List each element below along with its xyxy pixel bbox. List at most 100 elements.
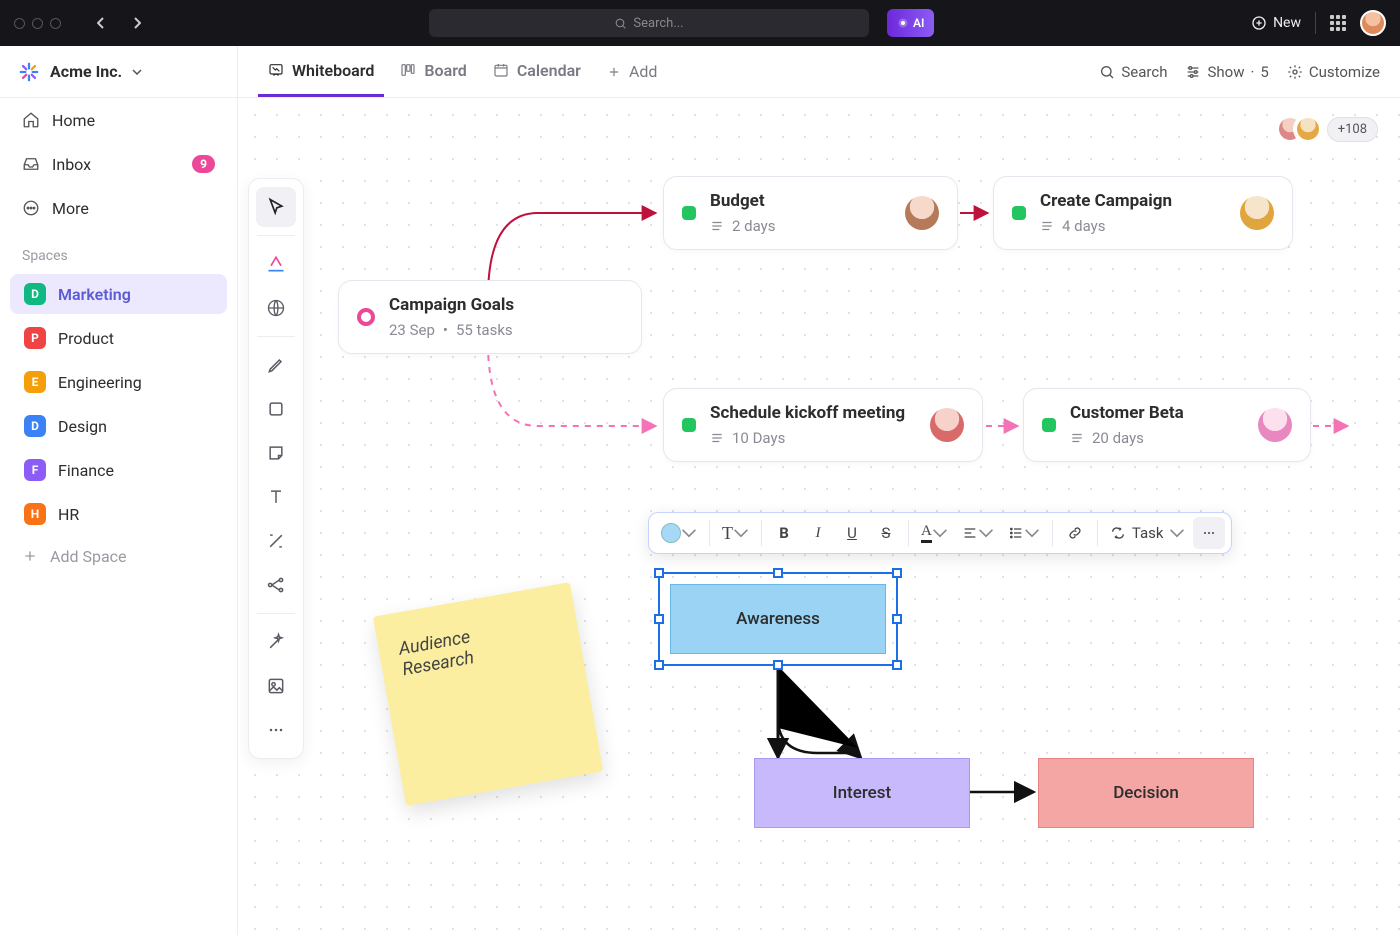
align-button[interactable] — [956, 517, 1000, 549]
sidebar-nav-more[interactable]: More — [0, 186, 237, 230]
status-green-icon — [682, 418, 696, 432]
lines-icon — [1040, 219, 1054, 233]
tab-calendar[interactable]: Calendar — [483, 46, 591, 97]
image-icon — [266, 676, 286, 696]
user-avatar[interactable] — [1360, 10, 1386, 36]
resize-handle[interactable] — [892, 660, 902, 670]
status-green-icon — [1012, 206, 1026, 220]
show-control[interactable]: Show·5 — [1185, 63, 1268, 81]
resize-handle[interactable] — [654, 568, 664, 578]
collaborator-avatar[interactable] — [1295, 116, 1321, 142]
tab-board[interactable]: Board — [390, 46, 476, 97]
fill-color-button[interactable] — [655, 517, 703, 549]
assignee-avatar[interactable] — [1258, 408, 1292, 442]
more-tools[interactable] — [256, 710, 296, 750]
shape-decision[interactable]: Decision — [1038, 758, 1254, 828]
global-search[interactable]: Search... — [429, 9, 869, 37]
workspace-switcher[interactable]: Acme Inc. — [0, 46, 237, 98]
mindmap-tool[interactable] — [256, 565, 296, 605]
format-toolbar: T B I U S A Task — [648, 512, 1232, 554]
color-swatch-icon — [661, 523, 681, 543]
select-tool[interactable] — [256, 187, 296, 227]
underline-button[interactable]: U — [836, 517, 868, 549]
space-product[interactable]: P Product — [10, 318, 227, 358]
calendar-icon — [493, 62, 509, 78]
status-green-icon — [682, 206, 696, 220]
font-size-button[interactable]: T — [716, 517, 755, 549]
ai-button[interactable]: AI — [887, 9, 934, 37]
space-finance[interactable]: F Finance — [10, 450, 227, 490]
connector-tool[interactable] — [256, 521, 296, 561]
text-tool[interactable] — [256, 477, 296, 517]
new-button[interactable]: New — [1251, 15, 1301, 31]
logo-icon — [18, 61, 40, 83]
strike-button[interactable]: S — [870, 517, 902, 549]
node-budget[interactable]: Budget 2 days — [663, 176, 958, 250]
more-icon — [22, 199, 40, 217]
add-view-button[interactable]: Add — [597, 62, 667, 81]
space-engineering[interactable]: E Engineering — [10, 362, 227, 402]
plus-icon — [607, 65, 621, 79]
sticky-tool[interactable] — [256, 433, 296, 473]
customize-button[interactable]: Customize — [1287, 63, 1380, 81]
gear-icon — [1287, 64, 1303, 80]
image-tool[interactable] — [256, 666, 296, 706]
sticky-note[interactable]: Audience Research — [373, 582, 603, 806]
forward-button[interactable] — [123, 9, 151, 37]
web-tool[interactable] — [256, 288, 296, 328]
resize-handle[interactable] — [773, 568, 783, 578]
collaborator-overflow[interactable]: +108 — [1327, 117, 1378, 142]
search-placeholder: Search... — [633, 16, 683, 31]
effects-tool[interactable] — [256, 622, 296, 662]
globe-icon — [266, 298, 286, 318]
plus-circle-icon — [1251, 15, 1267, 31]
assignee-avatar[interactable] — [930, 408, 964, 442]
connector-icon — [266, 531, 286, 551]
resize-handle[interactable] — [654, 660, 664, 670]
italic-button[interactable]: I — [802, 517, 834, 549]
apps-grid-button[interactable] — [1330, 15, 1346, 31]
space-hr[interactable]: H HR — [10, 494, 227, 534]
resize-handle[interactable] — [773, 660, 783, 670]
link-button[interactable] — [1059, 517, 1091, 549]
resize-handle[interactable] — [654, 614, 664, 624]
ai-tool[interactable] — [256, 244, 296, 284]
node-campaign-goals[interactable]: Campaign Goals 23 Sep • 55 tasks — [338, 280, 642, 354]
add-space-button[interactable]: Add Space — [0, 536, 237, 576]
bold-button[interactable]: B — [768, 517, 800, 549]
node-create-campaign[interactable]: Create Campaign 4 days — [993, 176, 1293, 250]
space-design[interactable]: D Design — [10, 406, 227, 446]
workspace-name: Acme Inc. — [50, 62, 122, 81]
assignee-avatar[interactable] — [1240, 196, 1274, 230]
window-controls[interactable] — [14, 18, 61, 29]
text-color-button[interactable]: A — [915, 517, 954, 549]
shape-awareness[interactable]: Awareness — [670, 584, 886, 654]
pen-tool[interactable] — [256, 345, 296, 385]
spaces-header: Spaces — [0, 230, 237, 272]
board-icon — [400, 62, 416, 78]
shape-interest[interactable]: Interest — [754, 758, 970, 828]
node-kickoff[interactable]: Schedule kickoff meeting 10 Days — [663, 388, 983, 462]
assignee-avatar[interactable] — [905, 196, 939, 230]
wand-icon — [266, 632, 286, 652]
convert-task-button[interactable]: Task — [1104, 517, 1192, 549]
chevron-down-icon — [1024, 525, 1040, 541]
space-marketing[interactable]: D Marketing — [10, 274, 227, 314]
sidebar-nav-home[interactable]: Home — [0, 98, 237, 142]
tab-whiteboard[interactable]: Whiteboard — [258, 46, 384, 97]
chevron-down-icon — [132, 69, 142, 75]
collaborator-strip: +108 — [1285, 116, 1378, 142]
search-icon — [1099, 64, 1115, 80]
chevron-down-icon — [733, 525, 749, 541]
list-button[interactable] — [1002, 517, 1046, 549]
resize-handle[interactable] — [892, 568, 902, 578]
shape-tool[interactable] — [256, 389, 296, 429]
view-search[interactable]: Search — [1099, 63, 1167, 81]
node-customer-beta[interactable]: Customer Beta 20 days — [1023, 388, 1311, 462]
more-format-button[interactable] — [1193, 517, 1225, 549]
sidebar-nav-inbox[interactable]: Inbox 9 — [0, 142, 237, 186]
back-button[interactable] — [87, 9, 115, 37]
chevron-down-icon — [978, 525, 994, 541]
whiteboard-canvas[interactable]: +108 — [238, 98, 1400, 935]
resize-handle[interactable] — [892, 614, 902, 624]
